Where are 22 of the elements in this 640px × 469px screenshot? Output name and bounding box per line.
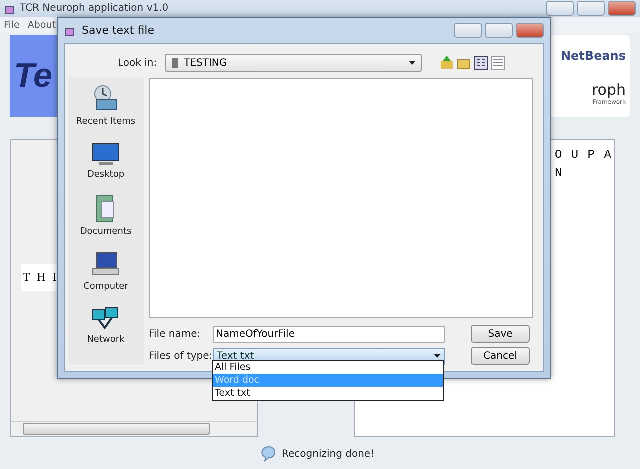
- result-text: O U P A: [555, 148, 614, 162]
- place-item[interactable]: Computer: [84, 251, 128, 292]
- file-name-label: File name:: [149, 328, 202, 340]
- dialog-title: Save text file: [82, 24, 154, 37]
- logo-text: NetBeans: [561, 49, 626, 63]
- logo-text: roph: [592, 81, 626, 99]
- logo-text: Te: [14, 56, 52, 96]
- file-type-label: Files of type:: [149, 350, 213, 362]
- place-item[interactable]: Recent Items: [76, 84, 136, 127]
- menu-item[interactable]: About: [28, 20, 56, 30]
- result-text: N: [555, 166, 564, 180]
- window-title: TCR Neuroph application v1.0: [20, 3, 169, 14]
- place-item[interactable]: Desktop: [87, 141, 125, 180]
- cancel-button[interactable]: Cancel: [471, 347, 530, 365]
- file-name-field[interactable]: NameOfYourFile: [213, 326, 445, 342]
- place-item[interactable]: Network: [87, 306, 125, 345]
- menu-item[interactable]: File: [4, 20, 20, 30]
- look-in-label: Look in:: [118, 58, 158, 68]
- status-text: Recognizing done!: [282, 448, 375, 460]
- save-button[interactable]: Save: [471, 325, 530, 343]
- place-item[interactable]: Documents: [80, 194, 132, 237]
- look-in-dropdown[interactable]: TESTING: [165, 54, 422, 72]
